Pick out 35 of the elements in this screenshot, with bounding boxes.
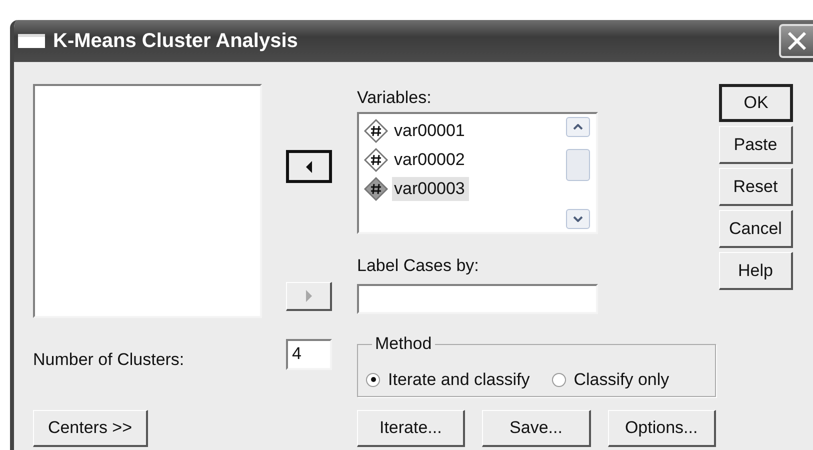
scrollbar-thumb[interactable] bbox=[566, 149, 590, 181]
clusters-field[interactable]: 4 bbox=[286, 339, 332, 370]
label-cases-field[interactable] bbox=[357, 284, 598, 314]
variable-item[interactable]: var00001 bbox=[392, 119, 469, 143]
scale-variable-icon bbox=[363, 147, 389, 173]
window-icon bbox=[18, 34, 45, 48]
dialog-button[interactable]: Options... bbox=[608, 410, 716, 447]
move-button[interactable] bbox=[286, 150, 332, 183]
radio-button[interactable] bbox=[366, 372, 380, 386]
window-title: K-Means Cluster Analysis bbox=[53, 30, 298, 52]
scale-variable-icon bbox=[363, 118, 389, 144]
radio-label[interactable]: Iterate and classify bbox=[388, 370, 530, 390]
centers-button[interactable]: Centers >> bbox=[33, 410, 148, 447]
dialog-button[interactable]: Reset bbox=[719, 168, 793, 206]
label-cases-label: Label Cases by: bbox=[357, 256, 480, 276]
dialog-button[interactable]: Iterate... bbox=[357, 410, 466, 447]
variables-list[interactable]: var00001 var00002 var00003 bbox=[357, 112, 598, 234]
scale-variable-icon bbox=[363, 176, 389, 202]
dialog-button[interactable]: Cancel bbox=[719, 210, 793, 248]
right-triangle-icon bbox=[304, 290, 312, 302]
dialog-button[interactable]: Save... bbox=[482, 410, 591, 447]
variable-item[interactable]: var00002 bbox=[392, 148, 469, 172]
radio-label[interactable]: Classify only bbox=[574, 370, 670, 390]
down-chevron-icon bbox=[573, 216, 583, 222]
dialog-button[interactable]: OK bbox=[719, 84, 793, 122]
dialog-button[interactable]: Help bbox=[719, 252, 793, 290]
variable-item[interactable]: var00003 bbox=[392, 177, 469, 201]
clusters-label: Number of Clusters: bbox=[33, 349, 186, 371]
variables-label: Variables: bbox=[357, 88, 432, 108]
radio-button[interactable] bbox=[552, 372, 566, 386]
left-triangle-icon bbox=[305, 160, 313, 172]
close-icon bbox=[786, 30, 808, 52]
up-chevron-icon bbox=[573, 124, 583, 130]
close-button[interactable] bbox=[779, 24, 813, 58]
dialog-button[interactable]: Paste bbox=[719, 126, 793, 164]
